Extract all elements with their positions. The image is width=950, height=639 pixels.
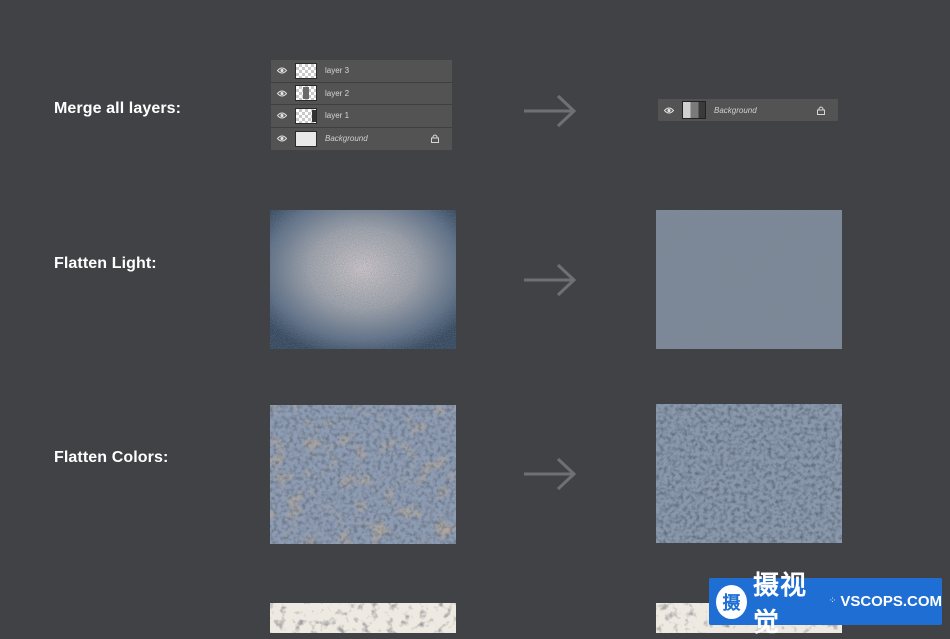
layer-thumbnail <box>295 130 317 147</box>
texture-light-after <box>656 210 842 349</box>
layers-panel-before: layer 3 layer 2 layer 1 Background <box>271 60 452 150</box>
layer-name: layer 2 <box>325 88 350 98</box>
flatten-colors-label: Flatten Colors: <box>54 449 169 466</box>
layer-row[interactable]: layer 1 <box>271 105 452 128</box>
texture-light-before <box>270 210 456 349</box>
layer-name: Background <box>714 105 757 115</box>
watermark-chinese-text: 摄视觉 <box>752 570 807 638</box>
watermark-logo-char: 摄 <box>722 592 741 614</box>
watermark-badge: 摄 摄视觉 ⁘ VSCOPS.COM <box>709 571 942 638</box>
lock-icon <box>814 106 828 115</box>
layers-panel-after: Background <box>658 99 838 121</box>
texture-row4-before <box>270 603 456 633</box>
watermark-brand: VSCOPS.COM <box>840 593 942 610</box>
layer-row[interactable]: layer 2 <box>271 83 452 105</box>
watermark-dots: ⁘ <box>828 596 837 606</box>
eye-icon[interactable] <box>658 107 680 114</box>
eye-icon[interactable] <box>271 67 293 74</box>
watermark-logo: 摄 <box>716 584 747 619</box>
layer-row[interactable]: Background <box>271 128 452 151</box>
layer-name: Background <box>325 134 368 144</box>
merge-all-layers-label: Merge all layers: <box>54 100 182 117</box>
layer-thumbnail <box>295 62 317 79</box>
texture-colors-before <box>270 405 456 544</box>
layer-thumbnail <box>295 107 317 124</box>
layer-thumbnail <box>295 85 317 102</box>
lock-icon <box>428 134 442 144</box>
layer-name: layer 1 <box>325 111 350 121</box>
arrow-right-icon <box>524 457 577 491</box>
texture-colors-after <box>656 404 842 543</box>
eye-icon[interactable] <box>271 112 293 119</box>
flatten-light-label: Flatten Light: <box>54 255 157 272</box>
layer-row[interactable]: layer 3 <box>271 60 452 83</box>
arrow-right-icon <box>524 94 577 128</box>
eye-icon[interactable] <box>271 90 293 97</box>
arrow-right-icon <box>524 263 577 297</box>
eye-icon[interactable] <box>271 135 293 142</box>
layer-name: layer 3 <box>325 66 350 76</box>
layer-thumbnail <box>682 101 706 119</box>
